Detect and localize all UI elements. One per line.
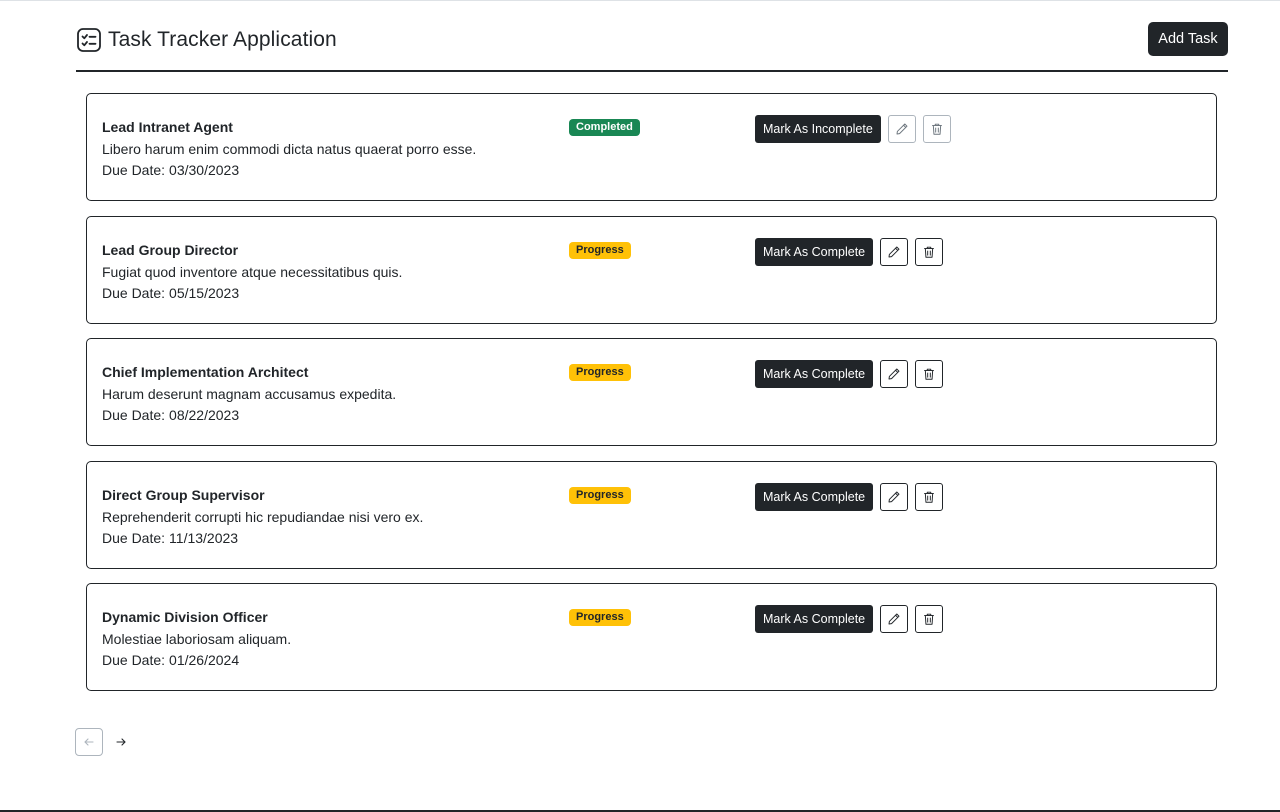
status-badge: Progress — [569, 487, 631, 504]
due-date-label: Due Date: — [102, 530, 166, 546]
task-due-date: Due Date: 08/22/2023 — [102, 407, 239, 423]
mark-complete-button[interactable]: Mark As Complete — [755, 483, 874, 511]
status-badge: Progress — [569, 364, 631, 381]
delete-task-button[interactable] — [915, 238, 944, 266]
trash-icon — [924, 368, 934, 380]
task-actions: Mark As Complete — [755, 483, 944, 511]
delete-task-button[interactable] — [915, 605, 944, 633]
due-date-value: 01/26/2024 — [169, 652, 240, 668]
next-page-button[interactable] — [111, 728, 131, 756]
task-title: Dynamic Division Officer — [102, 609, 268, 625]
edit-task-button[interactable] — [880, 483, 909, 511]
task-actions: Mark As Complete — [755, 605, 944, 633]
page-title: Task Tracker Application — [108, 28, 337, 51]
pencil-icon — [888, 246, 900, 258]
mark-complete-button[interactable]: Mark As Complete — [755, 360, 874, 388]
status-badge: Progress — [569, 242, 631, 259]
task-title: Lead Intranet Agent — [102, 119, 233, 135]
due-date-label: Due Date: — [102, 285, 166, 301]
task-actions: Mark As Complete — [755, 238, 944, 266]
delete-task-button[interactable] — [922, 115, 951, 143]
task-title: Lead Group Director — [102, 242, 239, 258]
pencil-icon — [888, 368, 900, 380]
mark-incomplete-button[interactable]: Mark As Incomplete — [755, 115, 881, 143]
delete-task-button[interactable] — [915, 360, 944, 388]
due-date-label: Due Date: — [102, 407, 166, 423]
due-date-label: Due Date: — [102, 652, 166, 668]
trash-icon — [924, 491, 934, 503]
trash-icon — [924, 246, 934, 258]
edit-task-button[interactable] — [880, 605, 909, 633]
edit-task-button[interactable] — [880, 238, 909, 266]
due-date-value: 11/13/2023 — [169, 530, 239, 546]
app-header: Task Tracker Application Add Task — [76, 22, 1228, 72]
task-due-date: Due Date: 03/30/2023 — [102, 162, 239, 178]
pagination — [75, 728, 131, 756]
task-card: Direct Group Supervisor Reprehenderit co… — [86, 461, 1217, 569]
due-date-label: Due Date: — [102, 162, 166, 178]
mark-complete-button[interactable]: Mark As Complete — [755, 238, 874, 266]
edit-task-button[interactable] — [887, 115, 916, 143]
pencil-icon — [888, 491, 900, 503]
delete-task-button[interactable] — [915, 483, 944, 511]
task-description: Libero harum enim commodi dicta natus qu… — [102, 141, 477, 157]
add-task-button[interactable]: Add Task — [1148, 22, 1228, 56]
pencil-icon — [896, 123, 908, 135]
task-title: Chief Implementation Architect — [102, 364, 309, 380]
task-actions: Mark As Incomplete — [755, 115, 951, 143]
task-card: Lead Group Director Fugiat quod inventor… — [86, 216, 1217, 324]
due-date-value: 08/22/2023 — [169, 407, 240, 423]
previous-page-button[interactable] — [75, 728, 103, 756]
arrow-right-icon — [116, 738, 126, 746]
task-due-date: Due Date: 11/13/2023 — [102, 530, 238, 546]
task-description: Reprehenderit corrupti hic repudiandae n… — [102, 509, 424, 525]
task-description: Molestiae laboriosam aliquam. — [102, 631, 292, 647]
mark-complete-button[interactable]: Mark As Complete — [755, 605, 874, 633]
arrow-left-icon — [84, 738, 94, 746]
trash-icon — [924, 613, 934, 625]
status-badge: Progress — [569, 609, 631, 626]
due-date-value: 05/15/2023 — [169, 285, 240, 301]
pencil-icon — [888, 613, 900, 625]
checklist-icon — [77, 28, 101, 52]
task-card: Lead Intranet Agent Libero harum enim co… — [86, 93, 1217, 201]
top-border — [0, 0, 1280, 1]
task-due-date: Due Date: 05/15/2023 — [102, 285, 239, 301]
task-description: Fugiat quod inventore atque necessitatib… — [102, 264, 403, 280]
task-due-date: Due Date: 01/26/2024 — [102, 652, 239, 668]
due-date-value: 03/30/2023 — [169, 162, 240, 178]
status-badge: Completed — [569, 119, 640, 136]
trash-icon — [931, 123, 942, 135]
task-actions: Mark As Complete — [755, 360, 944, 388]
edit-task-button[interactable] — [880, 360, 909, 388]
task-card: Chief Implementation Architect Harum des… — [86, 338, 1217, 446]
task-description: Harum deserunt magnam accusamus expedita… — [102, 386, 397, 402]
task-card: Dynamic Division Officer Molestiae labor… — [86, 583, 1217, 691]
task-title: Direct Group Supervisor — [102, 487, 265, 503]
